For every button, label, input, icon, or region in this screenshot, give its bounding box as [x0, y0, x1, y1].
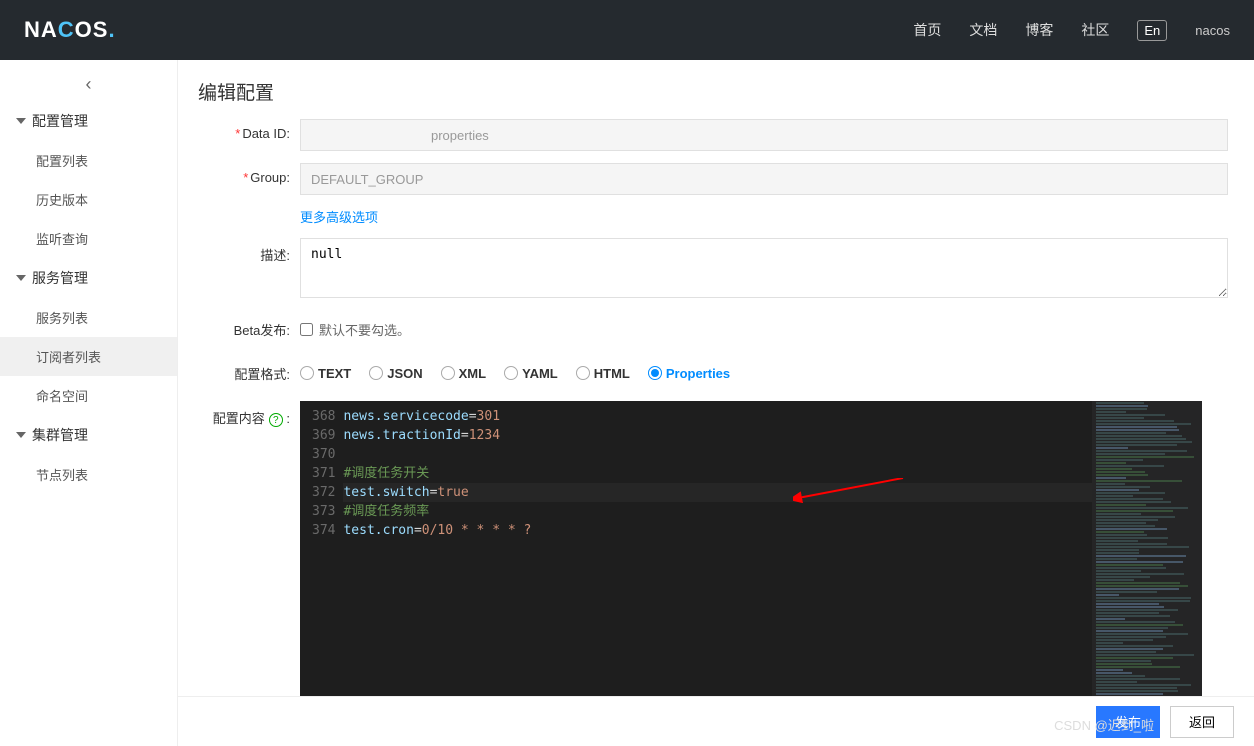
- editor-minimap[interactable]: [1092, 401, 1202, 701]
- caret-down-icon: [16, 118, 26, 124]
- format-radio-xml[interactable]: XML: [441, 366, 486, 381]
- user-menu[interactable]: nacos: [1195, 23, 1230, 38]
- top-header: NACOS. 首页 文档 博客 社区 En nacos: [0, 0, 1254, 60]
- format-radio-text[interactable]: TEXT: [300, 366, 351, 381]
- sidebar-item-subscriber[interactable]: 订阅者列表: [0, 337, 177, 376]
- sidebar: ‹ 配置管理 配置列表 历史版本 监听查询 服务管理 服务列表 订阅者列表 命名…: [0, 60, 178, 746]
- caret-down-icon: [16, 275, 26, 281]
- group-input[interactable]: [300, 163, 1228, 195]
- lang-toggle[interactable]: En: [1137, 20, 1167, 41]
- radio-icon: [441, 366, 455, 380]
- format-radio-html[interactable]: HTML: [576, 366, 630, 381]
- label-format: 配置格式:: [190, 357, 300, 383]
- format-radio-properties[interactable]: Properties: [648, 366, 730, 381]
- data-id-input[interactable]: [300, 119, 1228, 151]
- radio-icon: [369, 366, 383, 380]
- help-icon[interactable]: ?: [269, 413, 283, 427]
- code-editor[interactable]: 368369370371372373374 news.servicecode=3…: [300, 401, 1202, 701]
- sidebar-item-config-list[interactable]: 配置列表: [0, 141, 177, 180]
- sidebar-item-listener[interactable]: 监听查询: [0, 219, 177, 258]
- header-nav: 首页 文档 博客 社区 En nacos: [913, 20, 1230, 41]
- sidebar-item-namespace[interactable]: 命名空间: [0, 376, 177, 415]
- label-beta: Beta发布:: [190, 313, 300, 339]
- format-radio-group: TEXT JSON XML YAML HTML Properties: [300, 357, 1228, 389]
- logo: NACOS.: [24, 17, 116, 43]
- nav-blog[interactable]: 博客: [1025, 20, 1053, 40]
- beta-hint: 默认不要勾选。: [319, 320, 410, 339]
- publish-button[interactable]: 发布: [1096, 706, 1160, 738]
- sidebar-item-history[interactable]: 历史版本: [0, 180, 177, 219]
- radio-icon: [300, 366, 314, 380]
- description-textarea[interactable]: null: [300, 238, 1228, 298]
- radio-icon: [504, 366, 518, 380]
- nav-community[interactable]: 社区: [1081, 20, 1109, 40]
- sidebar-group-service[interactable]: 服务管理: [0, 258, 177, 298]
- format-radio-yaml[interactable]: YAML: [504, 366, 558, 381]
- page-title: 编辑配置: [190, 72, 1254, 119]
- sidebar-group-config[interactable]: 配置管理: [0, 101, 177, 141]
- beta-checkbox-wrap[interactable]: 默认不要勾选。: [300, 313, 1228, 345]
- radio-icon: [576, 366, 590, 380]
- sidebar-item-service-list[interactable]: 服务列表: [0, 298, 177, 337]
- advanced-options-link[interactable]: 更多高级选项: [300, 210, 378, 225]
- caret-down-icon: [16, 432, 26, 438]
- label-data-id: *Data ID:: [190, 119, 300, 141]
- label-group: *Group:: [190, 163, 300, 185]
- sidebar-group-cluster[interactable]: 集群管理: [0, 415, 177, 455]
- back-button[interactable]: 返回: [1170, 706, 1234, 738]
- nav-docs[interactable]: 文档: [969, 20, 997, 40]
- label-desc: 描述:: [190, 238, 300, 264]
- format-radio-json[interactable]: JSON: [369, 366, 422, 381]
- footer-bar: 发布 返回: [178, 696, 1254, 746]
- sidebar-item-node-list[interactable]: 节点列表: [0, 455, 177, 494]
- nav-home[interactable]: 首页: [913, 20, 941, 40]
- editor-gutter: 368369370371372373374: [300, 401, 343, 701]
- beta-checkbox[interactable]: [300, 323, 313, 336]
- label-content: 配置内容? :: [190, 401, 300, 427]
- editor-body[interactable]: news.servicecode=301news.tractionId=1234…: [343, 401, 1092, 701]
- radio-icon: [648, 366, 662, 380]
- main-content: 编辑配置 *Data ID: *Group: 更多高级选项 描述: null: [178, 60, 1254, 746]
- sidebar-collapse[interactable]: ‹: [0, 60, 177, 101]
